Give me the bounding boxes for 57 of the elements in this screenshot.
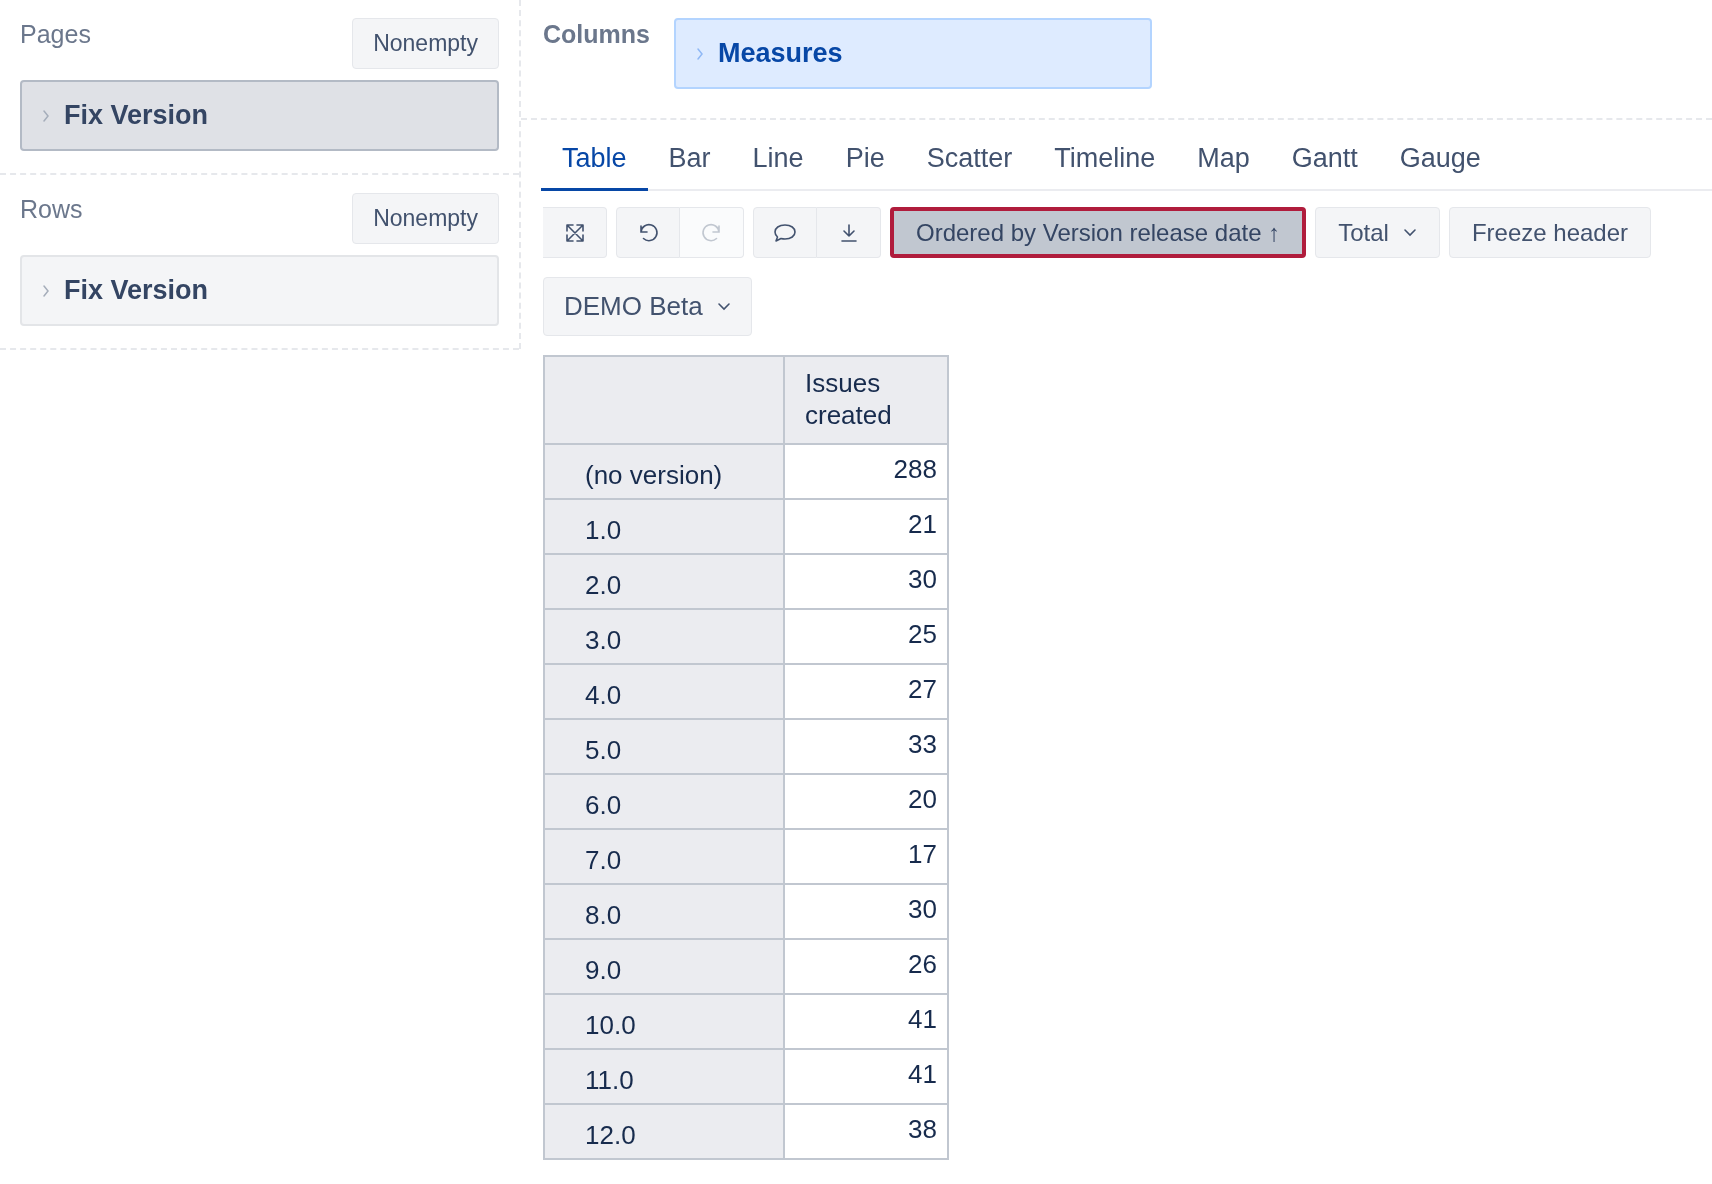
comment-button[interactable] xyxy=(753,207,817,258)
chart-tab[interactable]: Bar xyxy=(647,143,732,191)
table-cell: 30 xyxy=(784,554,948,609)
row-header: 9.0 xyxy=(544,939,784,994)
toolbar-button[interactable]: Freeze header xyxy=(1448,207,1651,258)
chart-tab[interactable]: Scatter xyxy=(905,143,1034,191)
dropdown-button[interactable]: Total xyxy=(1315,207,1440,258)
table-cell: 20 xyxy=(784,774,948,829)
caret-icon xyxy=(1402,228,1417,237)
table-cell: 41 xyxy=(784,1049,948,1104)
dimension-chip[interactable]: Measures xyxy=(673,18,1152,89)
dimension-chip[interactable]: Fix Version xyxy=(20,80,499,151)
chevron-icon xyxy=(42,283,50,298)
table-cell: 30 xyxy=(784,884,948,939)
row-header: 5.0 xyxy=(544,719,784,774)
nonempty-button[interactable]: Nonempty xyxy=(352,193,499,244)
table-cell: 26 xyxy=(784,939,948,994)
chevron-icon xyxy=(695,46,704,61)
row-header: 7.0 xyxy=(544,829,784,884)
row-header: 8.0 xyxy=(544,884,784,939)
table-cell: 288 xyxy=(784,444,948,499)
row-header: 11.0 xyxy=(544,1049,784,1104)
dimension-chip[interactable]: Fix Version xyxy=(20,255,499,326)
chart-tab[interactable]: Gauge xyxy=(1378,143,1502,191)
chart-tab[interactable]: Map xyxy=(1176,143,1271,191)
download-button[interactable] xyxy=(817,207,881,258)
chart-tab[interactable]: Table xyxy=(541,143,648,191)
table-cell: 41 xyxy=(784,994,948,1049)
caret-icon xyxy=(716,302,731,311)
page-selector-dropdown[interactable]: DEMO Beta xyxy=(543,277,752,336)
row-header: 2.0 xyxy=(544,554,784,609)
section-title: Pages xyxy=(20,19,91,49)
row-header: 1.0 xyxy=(544,499,784,554)
row-header: (no version) xyxy=(544,444,784,499)
section-title: Columns xyxy=(543,19,650,49)
expand-button[interactable] xyxy=(543,207,607,258)
table-cell: 33 xyxy=(784,719,948,774)
chart-tab[interactable]: Line xyxy=(731,143,825,191)
chart-tab[interactable]: Pie xyxy=(824,143,906,191)
table-cell: 21 xyxy=(784,499,948,554)
column-header: Issues created xyxy=(784,356,948,444)
section-title: Rows xyxy=(20,194,83,224)
row-header: 10.0 xyxy=(544,994,784,1049)
row-header: 12.0 xyxy=(544,1104,784,1159)
toolbar-button[interactable]: Ordered by Version release date ↑ xyxy=(890,207,1307,258)
chart-tab[interactable]: Gantt xyxy=(1270,143,1379,191)
chart-tab[interactable]: Timeline xyxy=(1033,143,1177,191)
row-header: 6.0 xyxy=(544,774,784,829)
undo-button[interactable] xyxy=(616,207,680,258)
row-header: 4.0 xyxy=(544,664,784,719)
chevron-icon xyxy=(42,108,50,123)
table-cell: 25 xyxy=(784,609,948,664)
nonempty-button[interactable]: Nonempty xyxy=(352,18,499,69)
table-cell: 17 xyxy=(784,829,948,884)
row-header: 3.0 xyxy=(544,609,784,664)
table-cell: 27 xyxy=(784,664,948,719)
table-cell: 38 xyxy=(784,1104,948,1159)
